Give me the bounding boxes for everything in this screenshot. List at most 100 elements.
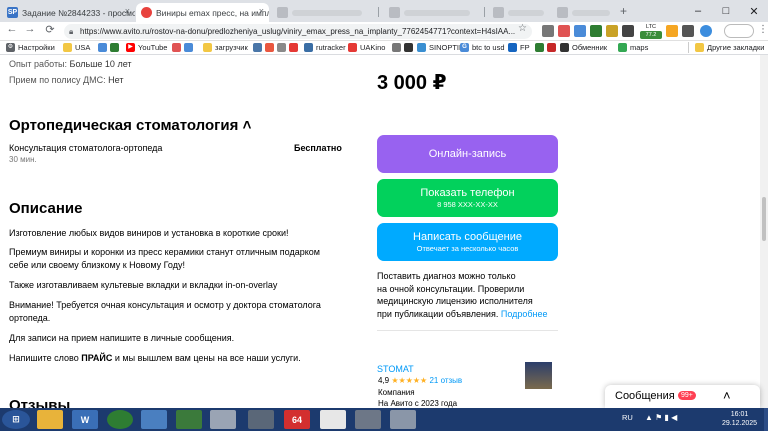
site-icon (277, 43, 286, 52)
bookmark-icons[interactable] (172, 43, 196, 52)
close-window-button[interactable]: ✕ (740, 0, 768, 22)
more-link[interactable]: Подробнее (501, 309, 548, 319)
license-notice: Поставить диагноз можно только на очной … (377, 271, 548, 319)
tab-blurred[interactable] (272, 3, 372, 22)
extension-icon[interactable] (622, 25, 634, 37)
app-icon[interactable] (390, 410, 416, 429)
bookmark-sinoptik[interactable]: SINOPTIK (417, 43, 464, 52)
chevron-up-icon: ˄ (242, 117, 252, 134)
desc-paragraph: Также изготавливаем культевые вкладки и … (9, 280, 278, 290)
profile-pill[interactable] (724, 24, 754, 38)
bookmark-settings[interactable]: ⚙ Настройки (6, 43, 55, 52)
chevron-up-icon[interactable]: ˄ (723, 388, 731, 403)
extension-icon[interactable] (590, 25, 602, 37)
bookmark-fp[interactable]: FP (508, 43, 530, 52)
rating-stars-icon: ★★★★★ (391, 376, 428, 385)
blurred-icon (389, 7, 400, 18)
service-name: Консультация стоматолога-ортопеда (9, 143, 163, 153)
seller-since: На Авито с 2023 года (378, 399, 458, 408)
bookmark-zagruzchik[interactable]: загрузчик (203, 43, 248, 52)
address-bar[interactable]: 🔒︎ https://www.avito.ru/rostov-na-donu/p… (64, 24, 532, 39)
scrollbar[interactable] (760, 55, 768, 408)
tab-blurred[interactable] (552, 3, 614, 22)
bookmark-maps[interactable]: maps (618, 43, 648, 52)
bookmark-rutracker[interactable]: rutracker (304, 43, 346, 52)
maps-icon (618, 43, 627, 52)
bookmark-icons[interactable] (253, 43, 301, 52)
app-icon[interactable] (355, 410, 381, 429)
tab-strip: SP Задание №2844233 - просмотр з × Винир… (0, 0, 768, 22)
app-icon[interactable] (176, 410, 202, 429)
reviews-title: Отзывы (9, 397, 71, 408)
vk-icon (253, 43, 262, 52)
app-icon[interactable] (248, 410, 274, 429)
messages-panel[interactable]: Сообщения 99+ ˄ (605, 385, 760, 408)
forward-button[interactable]: → (22, 23, 38, 35)
bookmark-usa[interactable]: USA (63, 43, 90, 52)
minimize-button[interactable]: – (684, 0, 712, 22)
desc-paragraph: Изготовление любых видов виниров и устан… (9, 228, 289, 238)
seller-rating[interactable]: 4,9 ★★★★★ 21 отзыв (378, 376, 462, 385)
avatar[interactable] (700, 25, 712, 37)
seller-name[interactable]: STOMAT (377, 364, 414, 374)
app-icon[interactable] (141, 410, 167, 429)
site-icon (392, 43, 401, 52)
ortho-section-title[interactable]: Ортопедическая стоматология ˄ (9, 117, 251, 134)
site-icon (98, 43, 107, 52)
puzzle-icon[interactable] (682, 25, 694, 37)
uakino-icon (348, 43, 357, 52)
extension-icon[interactable] (558, 25, 570, 37)
desc-paragraph: Внимание! Требуется очная консультация и… (9, 300, 321, 310)
start-button[interactable]: ⊞ (2, 410, 30, 429)
online-booking-button[interactable]: Онлайн-запись (377, 135, 558, 173)
tab-zadanie[interactable]: SP Задание №2844233 - просмотр з × (2, 3, 135, 22)
seller-avatar[interactable] (525, 362, 552, 389)
reload-button[interactable]: ⟳ (42, 23, 58, 36)
tab-blurred[interactable] (384, 3, 480, 22)
back-button[interactable]: ← (4, 23, 20, 35)
tab-separator (378, 7, 379, 17)
bookmark-icons[interactable] (392, 43, 416, 52)
extension-icon[interactable] (666, 25, 678, 37)
bookmark-uakino[interactable]: UAKino (348, 43, 385, 52)
language-indicator[interactable]: RU (622, 413, 633, 422)
app-icon[interactable] (210, 410, 236, 429)
desc-paragraph: себе или своему близкому к Новому Году! (9, 260, 185, 270)
desc-paragraph: Для записи на прием напишите в личные со… (9, 333, 235, 343)
bookmark-usa-icons[interactable] (98, 43, 122, 52)
extension-icon[interactable] (542, 25, 554, 37)
bookmarks-bar: ⚙ Настройки USA ▶ YouTube загрузчик rutrac… (0, 41, 768, 55)
app-icon[interactable] (320, 410, 346, 429)
maximize-button[interactable]: □ (712, 0, 740, 22)
tab-blurred[interactable] (488, 3, 548, 22)
bookmark-obmennik[interactable]: Обменник (560, 43, 607, 52)
clock[interactable]: 16:01 29.12.2025 (722, 410, 757, 428)
show-phone-button[interactable]: Показать телефон 8 958 XXX-XX-XX (377, 179, 558, 217)
blurred-icon (557, 7, 568, 18)
app-icon[interactable]: W (72, 410, 98, 429)
toolbar: ← → ⟳ 🔒︎ https://www.avito.ru/rostov-na-… (0, 22, 768, 41)
menu-icon[interactable]: ⋮ (758, 24, 768, 35)
extension-icon[interactable] (574, 25, 586, 37)
show-desktop-button[interactable] (764, 408, 768, 431)
close-icon[interactable]: × (125, 6, 130, 16)
scrollbar-thumb[interactable] (762, 197, 766, 241)
bookmark-youtube[interactable]: ▶ YouTube (126, 43, 167, 52)
star-icon[interactable]: ☆ (518, 23, 527, 34)
close-icon[interactable]: × (259, 6, 264, 16)
fp-icon (508, 43, 517, 52)
tray-icons[interactable]: ▲ ⚑ ▮ ◀ (645, 413, 677, 422)
tab-avito[interactable]: Виниры emax пресс, на имплант × (136, 3, 269, 22)
aida64-icon[interactable]: 64 (284, 410, 310, 429)
ltc-ticker[interactable]: LTC 77.2 (640, 23, 662, 39)
bookmark-icons[interactable] (535, 43, 559, 52)
explorer-icon[interactable] (37, 410, 63, 429)
desc-paragraph: Премиум виниры и коронки из пресс керами… (9, 247, 320, 257)
chrome-icon[interactable] (107, 410, 133, 429)
extension-icon[interactable] (606, 25, 618, 37)
new-tab-button[interactable]: + (620, 4, 627, 18)
write-message-button[interactable]: Написать сообщение Отвечает за несколько… (377, 223, 558, 261)
bookmark-btc[interactable]: Gbtc to usd (460, 43, 505, 52)
bookmark-other[interactable]: Другие закладки (695, 43, 764, 52)
site-icon (110, 43, 119, 52)
